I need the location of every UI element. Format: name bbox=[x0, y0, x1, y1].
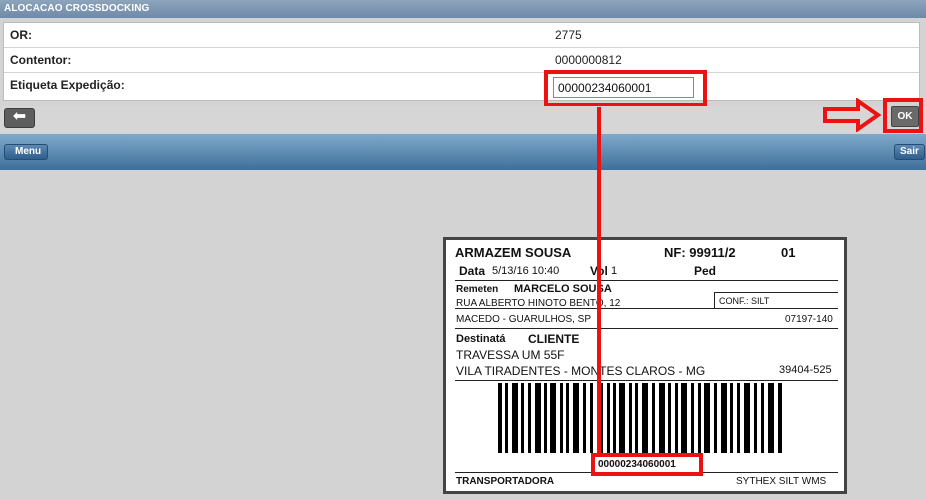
form-panel: OR: 2775 Contentor: 0000000812 Etiqueta … bbox=[3, 22, 920, 101]
label-vol-value: 1 bbox=[611, 265, 618, 277]
label-destinatario-city: VILA TIRADENTES - MONTES CLAROS - MG bbox=[456, 364, 706, 378]
page-title: ALOCACAO CROSSDOCKING bbox=[0, 0, 926, 18]
label-data-label: Data bbox=[459, 264, 486, 278]
red-arrow-icon bbox=[823, 98, 882, 132]
ok-highlight-box bbox=[883, 98, 923, 133]
divider bbox=[455, 280, 838, 281]
or-value: 2775 bbox=[555, 28, 582, 42]
label-nf: NF: 99911/2 bbox=[664, 245, 736, 260]
etiqueta-row: Etiqueta Expedição: bbox=[4, 73, 919, 100]
contentor-row: Contentor: 0000000812 bbox=[4, 48, 919, 73]
red-connector-line bbox=[597, 107, 601, 457]
label-company: ARMAZEM SOUSA bbox=[455, 245, 572, 260]
back-button[interactable]: ⬅ bbox=[4, 108, 35, 128]
label-destinatario-name: CLIENTE bbox=[528, 332, 580, 346]
sair-button[interactable]: Sair bbox=[894, 144, 925, 160]
menu-button[interactable]: Menu bbox=[4, 144, 49, 160]
menu-bar bbox=[0, 134, 926, 170]
divider bbox=[714, 292, 715, 308]
label-transportadora: TRANSPORTADORA bbox=[456, 476, 555, 487]
contentor-label: Contentor: bbox=[10, 53, 72, 67]
label-remetente-label: Remeten bbox=[456, 284, 499, 295]
back-arrow-icon: ⬅ bbox=[12, 108, 27, 125]
label-seq: 01 bbox=[781, 245, 796, 260]
divider bbox=[455, 308, 838, 309]
barcode-highlight-box bbox=[591, 453, 703, 476]
label-destinatario-label: Destinatá bbox=[456, 333, 506, 345]
divider bbox=[455, 328, 838, 329]
contentor-value: 0000000812 bbox=[555, 53, 622, 67]
label-data-value: 5/13/16 10:40 bbox=[492, 265, 560, 277]
divider bbox=[455, 380, 838, 381]
label-conf: CONF.: SILT bbox=[719, 296, 770, 306]
label-remetente-city: MACEDO - GUARULHOS, SP bbox=[456, 314, 592, 325]
label-footer: SYTHEX SILT WMS bbox=[736, 476, 827, 487]
etiqueta-label: Etiqueta Expedição: bbox=[10, 78, 125, 92]
input-highlight-box bbox=[544, 70, 707, 107]
label-destinatario-cep: 39404-525 bbox=[779, 364, 832, 376]
or-label: OR: bbox=[10, 28, 32, 42]
or-row: OR: 2775 bbox=[4, 23, 919, 48]
label-ped-label: Ped bbox=[694, 264, 717, 278]
toolbar bbox=[0, 106, 926, 134]
label-destinatario-address: TRAVESSA UM 55F bbox=[456, 348, 565, 362]
label-remetente-cep: 07197-140 bbox=[785, 314, 833, 325]
divider bbox=[714, 292, 838, 293]
barcode-graphic bbox=[498, 383, 782, 453]
